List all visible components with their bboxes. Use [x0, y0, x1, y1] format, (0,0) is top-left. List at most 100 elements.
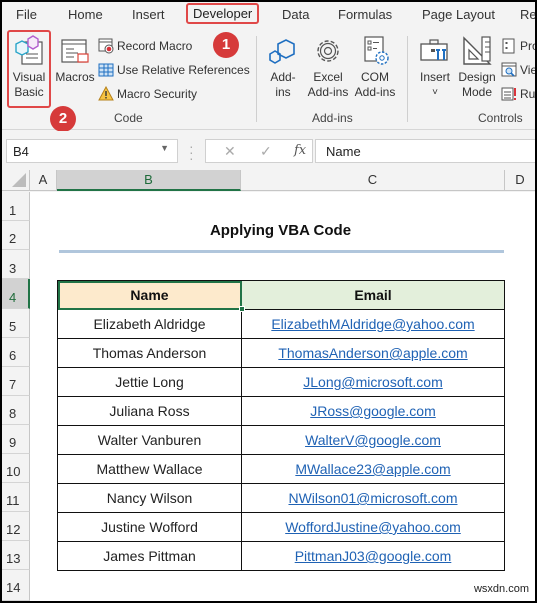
relative-references-button[interactable]: Use Relative References	[98, 62, 250, 78]
select-all-icon	[12, 173, 26, 187]
cancel-icon[interactable]: ✕	[224, 143, 236, 160]
row-header-12[interactable]: 12	[2, 512, 30, 541]
formula-bar: B4 ▼ · · · ✕ ✓ fx Name	[2, 131, 535, 167]
insert-function-icon[interactable]: fx	[294, 143, 306, 158]
name-cell[interactable]: Thomas Anderson	[57, 338, 242, 368]
row-header-9[interactable]: 9	[2, 425, 30, 454]
insert-control-label: Insert	[419, 70, 450, 84]
row-header-11[interactable]: 11	[2, 483, 30, 512]
row-header-6[interactable]: 6	[2, 338, 30, 367]
view-code-button[interactable]: Vie	[501, 62, 535, 78]
tab-insert[interactable]: Insert	[132, 7, 165, 22]
row-header-7[interactable]: 7	[2, 367, 30, 396]
row-header-14[interactable]: 14	[2, 570, 30, 601]
row-header-5[interactable]: 5	[2, 309, 30, 338]
row-header-13[interactable]: 13	[2, 541, 30, 570]
tab-home[interactable]: Home	[68, 7, 103, 22]
table-row: Jettie Long JLong@microsoft.com	[57, 367, 505, 397]
column-header-c[interactable]: C	[241, 170, 505, 191]
email-link[interactable]: JLong@microsoft.com	[241, 367, 505, 397]
email-link[interactable]: WalterV@google.com	[241, 425, 505, 455]
name-cell[interactable]: Elizabeth Aldridge	[57, 309, 242, 339]
excel-add-ins-label-1: Excel	[313, 70, 343, 84]
table-header-row: Name Email	[57, 280, 505, 310]
row-header-3[interactable]: 3	[2, 250, 30, 279]
design-mode-button[interactable]: Design Mode	[456, 34, 498, 100]
name-cell[interactable]: Matthew Wallace	[57, 454, 242, 484]
properties-button[interactable]: Pro	[501, 38, 535, 54]
email-link[interactable]: ThomasAnderson@apple.com	[241, 338, 505, 368]
email-link[interactable]: WoffordJustine@yahoo.com	[241, 512, 505, 542]
tab-file[interactable]: File	[16, 7, 37, 22]
row-header-10[interactable]: 10	[2, 454, 30, 483]
name-cell[interactable]: James Pittman	[57, 541, 242, 571]
watermark: wsxdn.com	[473, 583, 529, 595]
macros-icon	[61, 39, 89, 63]
group-label-code: Code	[114, 111, 143, 125]
name-box[interactable]: B4 ▼	[6, 139, 178, 163]
record-macro-icon	[98, 38, 114, 54]
enter-icon[interactable]: ✓	[260, 143, 272, 160]
column-header-b[interactable]: B	[57, 170, 241, 191]
insert-caret-icon: ˅	[432, 87, 438, 98]
run-dialog-label: Ru	[520, 87, 535, 101]
visual-basic-label-1: Visual	[12, 70, 46, 84]
table-row: Elizabeth Aldridge ElizabethMAldridge@yah…	[57, 309, 505, 339]
ribbon-tabs: File Home Insert Developer Data Formulas…	[2, 2, 535, 30]
select-all-button[interactable]	[2, 170, 30, 191]
name-cell[interactable]: Juliana Ross	[57, 396, 242, 426]
email-link[interactable]: PittmanJ03@google.com	[241, 541, 505, 571]
row-header-1[interactable]: 1	[2, 192, 30, 221]
formula-input[interactable]: Name	[315, 139, 535, 163]
tab-data[interactable]: Data	[282, 7, 309, 22]
row-header-4[interactable]: 4	[2, 279, 30, 309]
formula-bar-grip-icon[interactable]: · · ·	[189, 139, 194, 165]
column-header-a[interactable]: A	[30, 170, 57, 191]
grid-icon	[98, 63, 114, 77]
formula-controls: ✕ ✓ fx	[205, 139, 313, 163]
name-box-dropdown-icon[interactable]: ▼	[160, 143, 169, 153]
column-header-d[interactable]: D	[505, 170, 535, 191]
properties-label: Pro	[520, 39, 535, 53]
excel-add-ins-button[interactable]: Excel Add-ins	[305, 34, 351, 100]
fill-handle[interactable]	[239, 306, 245, 312]
title-underline	[59, 250, 504, 253]
table-row: Thomas Anderson ThomasAnderson@apple.com	[57, 338, 505, 368]
row-header-2[interactable]: 2	[2, 221, 30, 250]
hexagon-icon	[269, 39, 295, 64]
record-macro-button[interactable]: Record Macro	[98, 38, 192, 54]
email-link[interactable]: ElizabethMAldridge@yahoo.com	[241, 309, 505, 339]
insert-control-button[interactable]: Insert ˅	[415, 34, 455, 100]
row-header-8[interactable]: 8	[2, 396, 30, 425]
tab-formulas[interactable]: Formulas	[338, 7, 392, 22]
name-cell[interactable]: Justine Wofford	[57, 512, 242, 542]
header-cell-name[interactable]: Name	[57, 280, 242, 310]
ribbon: Visual Basic Macros Record Macro Use Rel…	[2, 30, 535, 132]
tab-page-layout[interactable]: Page Layout	[422, 7, 495, 22]
add-ins-label-2: ins	[275, 85, 291, 99]
com-add-ins-label-1: COM	[361, 70, 389, 84]
email-link[interactable]: MWallace23@apple.com	[241, 454, 505, 484]
com-add-ins-label-2: Add-ins	[354, 85, 396, 99]
visual-basic-button[interactable]: Visual Basic	[9, 34, 49, 100]
header-cell-email[interactable]: Email	[241, 280, 505, 310]
group-separator	[407, 36, 408, 122]
tab-review[interactable]: Re	[520, 7, 535, 22]
macro-security-button[interactable]: Macro Security	[98, 86, 197, 102]
macros-button[interactable]: Macros	[54, 34, 96, 85]
name-cell[interactable]: Jettie Long	[57, 367, 242, 397]
visual-basic-icon	[15, 35, 43, 65]
name-cell[interactable]: Walter Vanburen	[57, 425, 242, 455]
com-add-ins-button[interactable]: COM Add-ins	[352, 34, 398, 100]
add-ins-label-1: Add-	[270, 70, 296, 84]
email-link[interactable]: NWilson01@microsoft.com	[241, 483, 505, 513]
run-dialog-button[interactable]: Ru	[501, 86, 535, 102]
name-cell[interactable]: Nancy Wilson	[57, 483, 242, 513]
email-link[interactable]: JRoss@google.com	[241, 396, 505, 426]
tab-developer[interactable]: Developer	[186, 3, 260, 24]
table-row: Matthew Wallace MWallace23@apple.com	[57, 454, 505, 484]
name-box-value: B4	[13, 144, 29, 159]
view-code-icon	[501, 62, 517, 77]
add-ins-button[interactable]: Add- ins	[264, 34, 302, 100]
relative-references-label: Use Relative References	[117, 63, 250, 77]
